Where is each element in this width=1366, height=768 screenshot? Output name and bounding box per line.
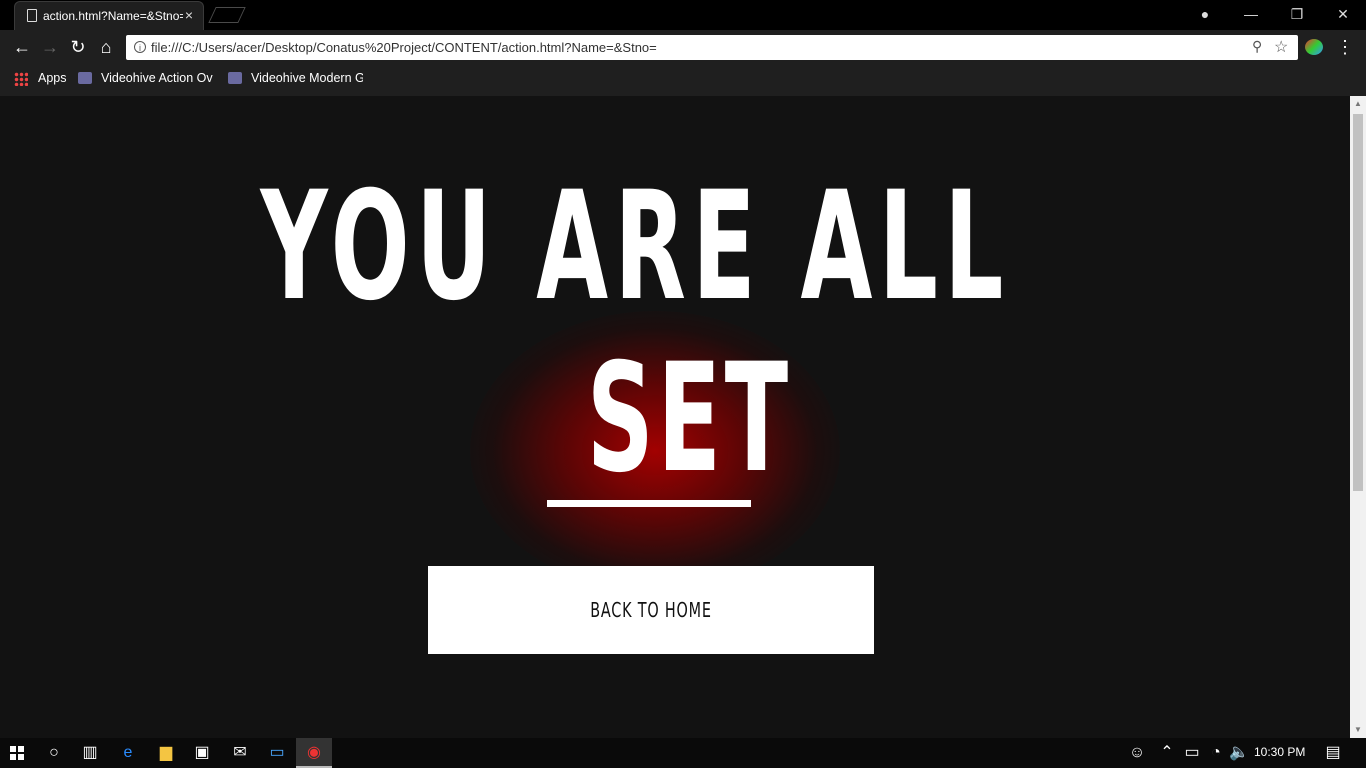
action-center-icon[interactable]: ▤ (1323, 743, 1343, 763)
volume-icon[interactable]: 🔈 (1229, 743, 1249, 763)
back-to-home-button[interactable]: BACK TO HOME (428, 566, 874, 654)
headline: YOU ARE ALL (260, 160, 1010, 334)
back-icon[interactable]: ← (10, 35, 34, 59)
task-view-icon[interactable]: ▥ (80, 743, 100, 763)
browser-toolbar: ← → ↻ ⌂ i file:///C:/Users/acer/Desktop/… (0, 30, 1366, 64)
scroll-down-icon[interactable]: ▼ (1350, 722, 1366, 738)
windows-taskbar: ○ ▥ e ▆ ▣ ✉ ▭ ☺ ⌃ ▭ ◔ 🔈 10:30 PM ▤ (0, 738, 1366, 768)
apps-grid-icon[interactable] (14, 72, 28, 86)
bookmark-folder-icon (228, 72, 242, 84)
tray-chevron-icon[interactable]: ⌃ (1157, 743, 1177, 763)
browser-tab[interactable]: action.html?Name=&Stno= × (14, 1, 204, 30)
network-icon[interactable]: ◔ (1206, 743, 1226, 763)
new-tab-button[interactable] (208, 7, 246, 23)
highlight-word: SET (586, 332, 792, 506)
page-icon (27, 9, 37, 22)
minimize-button[interactable]: — (1228, 0, 1274, 30)
chrome-menu-icon[interactable]: ⋮ (1336, 36, 1354, 58)
close-window-button[interactable]: ✕ (1320, 0, 1366, 30)
tab-title: action.html?Name=&Stno= (43, 9, 183, 23)
remote-desktop-icon[interactable]: ▭ (267, 743, 287, 763)
extension-icon[interactable] (1305, 39, 1323, 55)
mail-icon[interactable]: ✉ (230, 743, 250, 763)
windows-start-icon[interactable] (8, 743, 28, 763)
url-text[interactable]: file:///C:/Users/acer/Desktop/Conatus%20… (151, 40, 657, 55)
highlight-underline (547, 500, 751, 507)
bookmark-videohive-action[interactable]: Videohive Action Ove (101, 71, 213, 89)
restore-button[interactable]: ❐ (1274, 0, 1320, 30)
reload-icon[interactable]: ↻ (66, 35, 90, 59)
info-icon[interactable]: i (134, 41, 146, 53)
battery-icon[interactable]: ▭ (1182, 743, 1202, 763)
edge-icon[interactable]: e (118, 743, 138, 763)
back-to-home-label: BACK TO HOME (590, 598, 712, 622)
bookmark-folder-icon (78, 72, 92, 84)
tab-close-icon[interactable]: × (181, 7, 197, 23)
tab-strip: action.html?Name=&Stno= × ● — ❐ ✕ (0, 0, 1366, 30)
home-icon[interactable]: ⌂ (94, 35, 118, 59)
store-icon[interactable]: ▣ (192, 743, 212, 763)
people-icon[interactable]: ☺ (1127, 743, 1147, 763)
chrome-icon: ◉ (307, 744, 321, 761)
bookmark-videohive-modern[interactable]: Videohive Modern Gl (251, 71, 363, 89)
profile-icon[interactable]: ● (1182, 0, 1228, 30)
page-content: YOU ARE ALL SET BACK TO HOME (0, 96, 1350, 738)
taskbar-clock[interactable]: 10:30 PM (1254, 745, 1305, 759)
cortana-icon[interactable]: ○ (44, 743, 64, 763)
scroll-up-icon[interactable]: ▲ (1350, 96, 1366, 112)
address-bar[interactable]: i file:///C:/Users/acer/Desktop/Conatus%… (126, 35, 1298, 60)
page-scrollbar[interactable]: ▲ ▼ (1350, 96, 1366, 738)
file-explorer-icon[interactable]: ▆ (156, 743, 176, 763)
forward-icon[interactable]: → (38, 35, 62, 59)
bookmark-apps[interactable]: Apps (38, 71, 67, 89)
bookmarks-bar: Apps Videohive Action Ove Videohive Mode… (0, 64, 1366, 96)
scroll-thumb[interactable] (1353, 114, 1363, 491)
bookmark-star-icon[interactable]: ☆ (1274, 37, 1292, 57)
chrome-taskbar-button[interactable]: ◉ (296, 738, 332, 768)
zoom-icon[interactable]: ⚲ (1252, 38, 1268, 56)
